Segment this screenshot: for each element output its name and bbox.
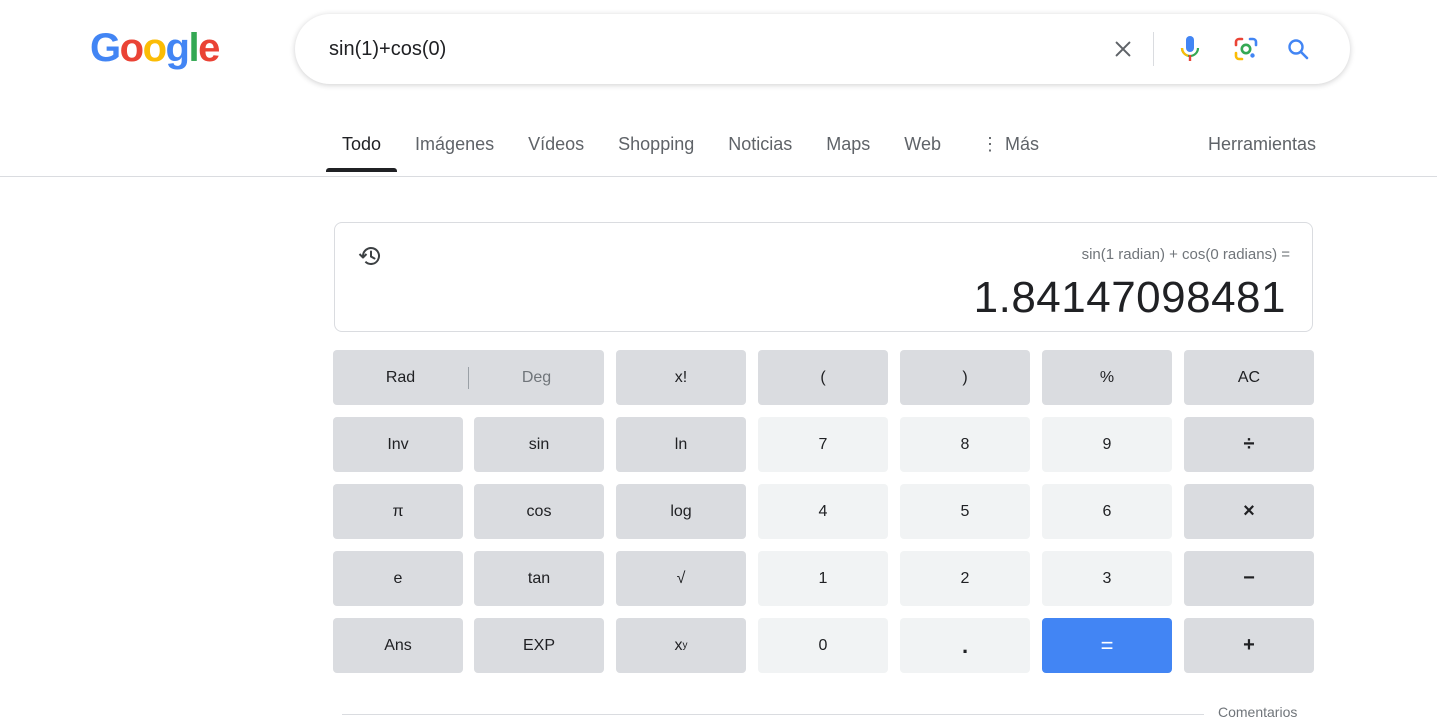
calculator-keypad: Rad Deg x! ( ) % AC Inv sin ln 7 8 9 ÷ π…	[333, 350, 1315, 674]
ln-button[interactable]: ln	[616, 417, 746, 472]
close-paren-button[interactable]: )	[900, 350, 1030, 405]
digit-3-button[interactable]: 3	[1042, 551, 1172, 606]
clear-search-button[interactable]	[1101, 27, 1145, 71]
calculator-expression: sin(1 radian) + cos(0 radians) =	[1081, 246, 1290, 263]
tab-more[interactable]: ⋮ Más	[981, 130, 1039, 172]
tabs-divider	[0, 176, 1437, 177]
tools-button[interactable]: Herramientas	[1208, 130, 1316, 158]
log-button[interactable]: log	[616, 484, 746, 539]
close-icon	[1115, 41, 1131, 57]
calculator-display: sin(1 radian) + cos(0 radians) = 1.84147…	[334, 222, 1313, 332]
digit-8-button[interactable]: 8	[900, 417, 1030, 472]
logo-letter: o	[142, 26, 167, 70]
digit-5-button[interactable]: 5	[900, 484, 1030, 539]
tan-button[interactable]: tan	[474, 551, 604, 606]
percent-button[interactable]: %	[1042, 350, 1172, 405]
angle-mode-toggle: Rad Deg	[333, 350, 604, 405]
search-tabs: Todo Imágenes Vídeos Shopping Noticias M…	[325, 130, 1039, 178]
history-icon[interactable]	[357, 243, 383, 269]
digit-9-button[interactable]: 9	[1042, 417, 1172, 472]
tab-more-label: Más	[1004, 134, 1039, 154]
inverse-button[interactable]: Inv	[333, 417, 463, 472]
more-vert-icon: ⋮	[980, 134, 999, 154]
search-results-page: Google sin(1)+cos(0) Todo Imágenes Vídeo…	[0, 0, 1437, 724]
logo-letter: l	[188, 26, 199, 70]
microphone-icon	[1180, 36, 1200, 61]
divide-button[interactable]: ÷	[1184, 417, 1314, 472]
digit-6-button[interactable]: 6	[1042, 484, 1172, 539]
search-box	[295, 14, 1350, 84]
exp-button[interactable]: EXP	[474, 618, 604, 673]
logo-letter: g	[165, 26, 190, 70]
search-box-divider	[1153, 32, 1154, 66]
square-root-button[interactable]: √	[616, 551, 746, 606]
feedback-divider	[342, 714, 1204, 715]
digit-7-button[interactable]: 7	[758, 417, 888, 472]
digit-2-button[interactable]: 2	[900, 551, 1030, 606]
power-base: x	[674, 636, 683, 654]
pi-button[interactable]: π	[333, 484, 463, 539]
power-exponent: y	[682, 640, 688, 651]
tab-imagenes[interactable]: Imágenes	[415, 130, 494, 172]
lens-search-button[interactable]	[1224, 27, 1268, 71]
logo-letter: o	[119, 26, 144, 70]
tab-noticias[interactable]: Noticias	[728, 130, 792, 172]
open-paren-button[interactable]: (	[758, 350, 888, 405]
deg-button[interactable]: Deg	[469, 369, 604, 387]
calculator-result: 1.84147098481	[973, 273, 1286, 322]
search-icon	[1288, 39, 1309, 60]
euler-button[interactable]: e	[333, 551, 463, 606]
search-button[interactable]	[1276, 27, 1320, 71]
tab-videos[interactable]: Vídeos	[528, 130, 584, 172]
tab-web[interactable]: Web	[904, 130, 941, 172]
power-button[interactable]: xy	[616, 618, 746, 673]
feedback-link[interactable]: Comentarios	[1218, 704, 1297, 720]
tab-shopping[interactable]: Shopping	[618, 130, 694, 172]
add-button[interactable]: +	[1184, 618, 1314, 673]
tab-todo[interactable]: Todo	[325, 130, 398, 172]
rad-button[interactable]: Rad	[333, 369, 468, 387]
all-clear-button[interactable]: AC	[1184, 350, 1314, 405]
tab-maps[interactable]: Maps	[826, 130, 870, 172]
google-logo[interactable]: Google	[90, 24, 220, 72]
digit-4-button[interactable]: 4	[758, 484, 888, 539]
google-lens-icon	[1234, 37, 1258, 61]
factorial-button[interactable]: x!	[616, 350, 746, 405]
logo-letter: e	[198, 26, 220, 70]
multiply-button[interactable]: ×	[1184, 484, 1314, 539]
answer-button[interactable]: Ans	[333, 618, 463, 673]
digit-0-button[interactable]: 0	[758, 618, 888, 673]
logo-letter: G	[90, 26, 121, 70]
search-box-actions	[1101, 14, 1320, 84]
decimal-point-button[interactable]: .	[900, 618, 1030, 673]
digit-1-button[interactable]: 1	[758, 551, 888, 606]
sin-button[interactable]: sin	[474, 417, 604, 472]
equals-button[interactable]: =	[1042, 618, 1172, 673]
subtract-button[interactable]: −	[1184, 551, 1314, 606]
cos-button[interactable]: cos	[474, 484, 604, 539]
voice-search-button[interactable]	[1168, 27, 1212, 71]
search-input[interactable]	[329, 34, 1029, 64]
